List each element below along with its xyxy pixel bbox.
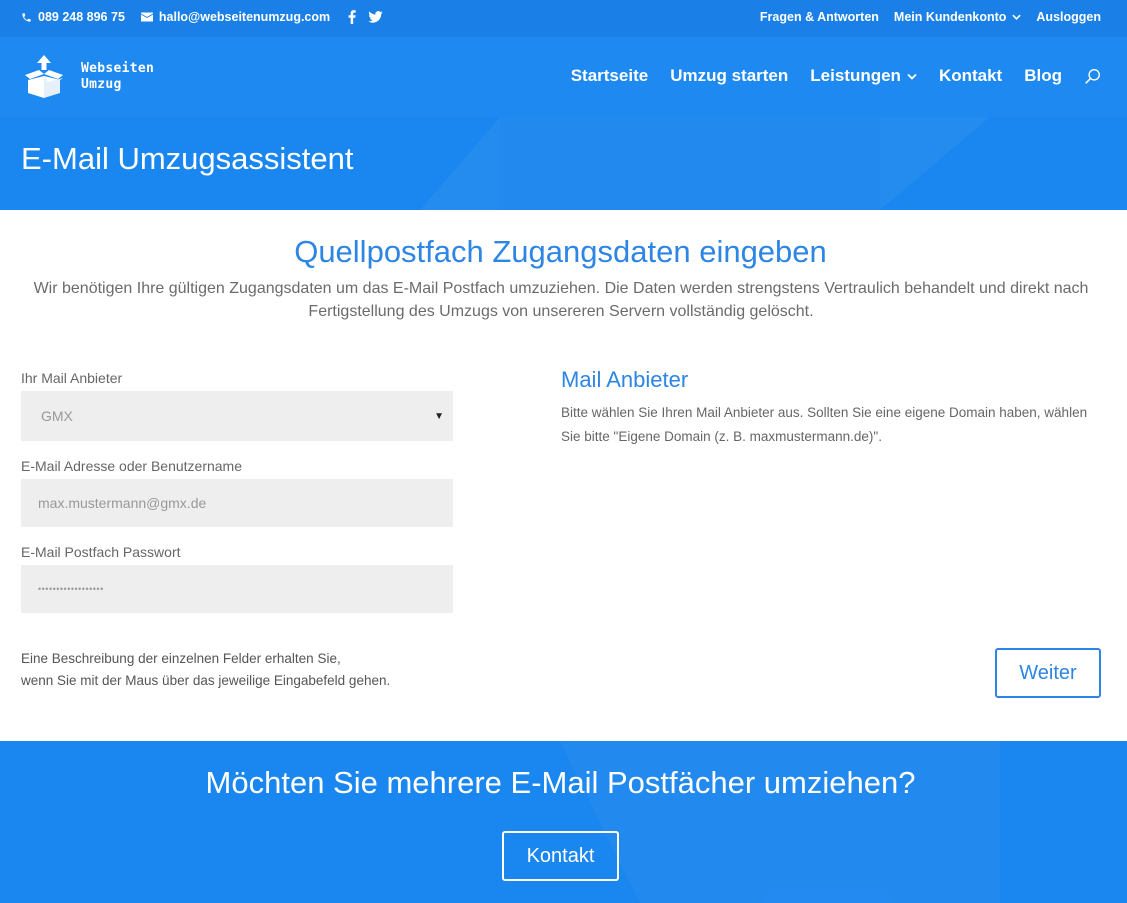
phone-number: 089 248 896 75 [38,10,125,24]
nav-leistungen[interactable]: Leistungen [810,66,917,86]
nav-label: Kontakt [938,66,1003,85]
cta-section: Möchten Sie mehrere E-Mail Postfächer um… [0,741,1127,903]
contact-info: 089 248 896 75 hallo@webseitenumzug.com [21,10,395,24]
email-input[interactable]: max.mustermann@gmx.de [21,479,453,527]
nav-label: Blog [1024,66,1062,85]
hint-line-2: wenn Sie mit der Maus über das jeweilige… [21,673,391,688]
site-logo[interactable]: Webseiten Umzug [23,55,154,99]
faq-label: Fragen & Antworten [759,10,879,24]
email-placeholder: max.mustermann@gmx.de [38,495,207,511]
password-mask: •••••••••••••••••• [38,584,104,594]
faq-link[interactable]: Fragen & Antworten [760,10,879,24]
chevron-down-icon [1012,14,1022,20]
account-menu[interactable]: Mein Kundenkonto [894,10,1022,24]
hero-decoration [420,117,500,210]
help-panel: Mail Anbieter Bitte wählen Sie Ihren Mai… [561,367,1101,449]
nav-label: Startseite [570,66,649,85]
email-label: E-Mail Adresse oder Benutzername [21,458,242,474]
search-icon [1085,68,1100,84]
hero-decoration [500,117,880,210]
account-links: Fragen & Antworten Mein Kundenkonto Ausl… [745,10,1101,24]
logout-link[interactable]: Ausloggen [1036,10,1101,24]
phone-link[interactable]: 089 248 896 75 [21,10,125,24]
password-label: E-Mail Postfach Passwort [21,544,181,560]
logo-line-1: Webseiten [81,61,155,76]
help-title: Mail Anbieter [561,367,689,392]
nav-kontakt[interactable]: Kontakt [939,66,1002,86]
envelope-icon [140,12,153,22]
cta-title: Möchten Sie mehrere E-Mail Postfächer um… [205,765,916,800]
phone-icon [22,12,31,22]
hover-hint: Eine Beschreibung der einzelnen Felder e… [21,648,390,692]
nav-label: Leistungen [810,66,901,85]
nav-umzug-starten[interactable]: Umzug starten [670,66,788,86]
email-address: hallo@webseitenumzug.com [158,10,331,24]
facebook-icon[interactable] [348,10,356,24]
twitter-icon[interactable] [368,11,383,23]
main-header: Webseiten Umzug Startseite Umzug starten… [0,37,1127,117]
dropdown-arrow-icon: ▼ [434,411,444,422]
page-hero: E-Mail Umzugsassistent [0,117,1127,210]
nav-startseite[interactable]: Startseite [571,66,648,86]
main-nav: Startseite Umzug starten Leistungen Kont… [549,66,1101,86]
logout-label: Ausloggen [1036,10,1101,24]
moving-box-icon [25,55,63,98]
next-button[interactable]: Weiter [995,648,1101,698]
page-title: E-Mail Umzugsassistent [21,141,354,176]
search-button[interactable] [1084,68,1101,85]
help-text: Bitte wählen Sie Ihren Mail Anbieter aus… [561,405,1088,444]
hero-decoration [880,117,990,210]
social-links [348,10,395,24]
intro-text: Wir benötigen Ihre gültigen Zugangsdaten… [33,280,1089,320]
email-link[interactable]: hallo@webseitenumzug.com [140,10,331,24]
provider-select[interactable]: GMX ▼ [21,391,453,441]
provider-label: Ihr Mail Anbieter [21,370,123,386]
logo-text: Webseiten Umzug [81,61,154,93]
top-bar: 089 248 896 75 hallo@webseitenumzug.com … [0,0,1127,37]
password-input[interactable]: •••••••••••••••••• [21,565,453,613]
section-title: Quellpostfach Zugangsdaten eingeben [294,234,827,269]
credentials-form: Ihr Mail Anbieter GMX ▼ E-Mail Adresse o… [21,370,453,613]
nav-blog[interactable]: Blog [1024,66,1062,86]
contact-button[interactable]: Kontakt [502,831,619,881]
account-label: Mein Kundenkonto [893,10,1007,24]
logo-line-2: Umzug [81,77,122,92]
chevron-down-icon [907,73,917,80]
provider-value: GMX [41,408,73,424]
nav-label: Umzug starten [670,66,789,85]
hint-line-1: Eine Beschreibung der einzelnen Felder e… [21,651,341,666]
